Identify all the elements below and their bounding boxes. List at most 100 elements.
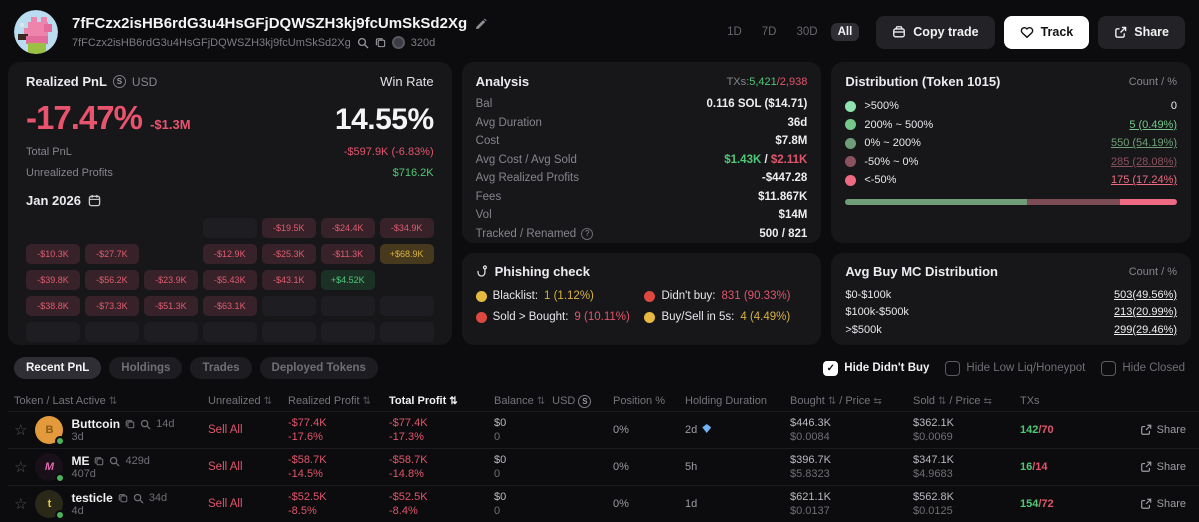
copy-trade-button[interactable]: Copy trade: [876, 16, 994, 49]
verified-badge-icon: [55, 436, 65, 446]
row-share-button[interactable]: Share: [1110, 424, 1198, 436]
col-balance[interactable]: Balance⇅ USD S: [494, 395, 613, 408]
tab-recent-pnl[interactable]: Recent PnL: [14, 357, 101, 379]
table-row: ☆ t testicle 34d 4d Sell All -$52.5K-8.5…: [8, 485, 1199, 522]
phishing-didnt-buy: Didn't buy: 831 (90.33%): [644, 290, 807, 302]
distribution-bar: [845, 199, 1177, 205]
last-active: 34d: [149, 492, 167, 504]
currency-toggle-icon[interactable]: S: [578, 395, 591, 408]
time-filter-7d[interactable]: 7D: [755, 23, 784, 41]
row-share-button[interactable]: Share: [1110, 461, 1198, 473]
track-button[interactable]: Track: [1004, 16, 1090, 49]
time-filter-30d[interactable]: 30D: [789, 23, 824, 41]
calendar-day-cell: -$23.9K: [144, 270, 198, 290]
position-pct: 0%: [613, 424, 685, 436]
token-avatar[interactable]: B: [35, 416, 63, 444]
token-name[interactable]: ME: [71, 454, 89, 468]
search-icon[interactable]: [357, 37, 369, 49]
col-token-last-active[interactable]: Token / Last Active⇅: [8, 395, 198, 407]
explorer-icon[interactable]: [392, 36, 405, 49]
search-icon[interactable]: [140, 419, 151, 430]
favorite-star-icon[interactable]: ☆: [14, 421, 27, 439]
col-total-profit[interactable]: Total Profit⇅: [389, 395, 494, 407]
price-toggle-icon[interactable]: ⇆: [873, 396, 881, 407]
col-txs[interactable]: TXs: [1020, 395, 1110, 407]
time-filter-1d[interactable]: 1D: [720, 23, 749, 41]
filter-hide-closed[interactable]: Hide Closed: [1101, 361, 1185, 376]
balance-qty: 0: [494, 431, 613, 443]
edit-icon[interactable]: [475, 18, 487, 30]
copy-icon[interactable]: [125, 419, 135, 429]
copy-address-icon[interactable]: [375, 37, 386, 48]
share-button[interactable]: Share: [1098, 16, 1185, 49]
verified-badge-icon: [55, 473, 65, 483]
copy-icon[interactable]: [118, 493, 128, 503]
sort-icon: ⇅: [537, 396, 545, 407]
search-icon[interactable]: [133, 493, 144, 504]
range-dot-icon: [845, 101, 856, 112]
favorite-star-icon[interactable]: ☆: [14, 495, 27, 513]
total-profit-pct: -8.4%: [389, 505, 494, 517]
filter-hide-didnt-buy[interactable]: ✓ Hide Didn't Buy: [823, 361, 929, 376]
tab-deployed-tokens[interactable]: Deployed Tokens: [260, 357, 378, 379]
price-toggle-icon[interactable]: ⇆: [984, 396, 992, 407]
calendar-day-cell: [26, 322, 80, 342]
calendar-day-cell: -$19.5K: [262, 218, 316, 238]
calendar-day-cell: -$34.9K: [380, 218, 434, 238]
table-header-row: Token / Last Active⇅ Unrealized⇅ Realize…: [8, 391, 1199, 411]
token-name[interactable]: Buttcoin: [71, 417, 120, 431]
distribution-row: >500% 0: [845, 97, 1177, 116]
filter-hide-low-liq[interactable]: Hide Low Liq/Honeypot: [945, 361, 1085, 376]
total-profit: -$52.5K: [389, 491, 494, 503]
token-avatar[interactable]: M: [35, 453, 63, 481]
favorite-star-icon[interactable]: ☆: [14, 458, 27, 476]
distribution-bar-win: [845, 199, 1026, 205]
copy-icon[interactable]: [94, 456, 104, 466]
sell-all-button[interactable]: Sell All: [198, 461, 288, 473]
realized-profit-pct: -8.5%: [288, 505, 389, 517]
analysis-row-avg-duration: Avg Duration36d: [476, 114, 808, 133]
row-share-button[interactable]: Share: [1110, 498, 1198, 510]
tab-holdings[interactable]: Holdings: [109, 357, 182, 379]
bought-price: $0.0137: [790, 505, 913, 517]
sold-price: $0.0069: [913, 431, 1020, 443]
calendar-day-cell: -$10.3K: [26, 244, 80, 264]
bought-usd: $396.7K: [790, 454, 913, 466]
tab-trades[interactable]: Trades: [190, 357, 251, 379]
sort-icon: ⇅: [828, 396, 836, 407]
share-icon: [1114, 26, 1127, 39]
col-unrealized[interactable]: Unrealized⇅: [198, 395, 288, 407]
analysis-row-avg-realized: Avg Realized Profits-$447.28: [476, 169, 808, 188]
col-bought[interactable]: Bought⇅ /Price⇆: [790, 395, 913, 407]
token-avatar[interactable]: t: [35, 490, 63, 518]
col-position[interactable]: Position %: [613, 395, 685, 407]
col-realized-profit[interactable]: Realized Profit⇅: [288, 395, 389, 407]
realized-profit: -$77.4K: [288, 417, 389, 429]
col-holding-duration[interactable]: Holding Duration: [685, 395, 790, 407]
warn-dot-icon: [644, 312, 655, 323]
calendar-day-cell: -$11.3K: [321, 244, 375, 264]
balance-qty: 0: [494, 505, 613, 517]
phishing-hook-icon: [476, 265, 489, 278]
sold-price: $4.9683: [913, 468, 1020, 480]
sort-icon: ⇅: [109, 396, 117, 407]
calendar-day-cell: -$56.2K: [85, 270, 139, 290]
verified-badge-icon: [55, 510, 65, 520]
unrealized-profits-label: Unrealized Profits: [26, 167, 113, 179]
currency-toggle-icon[interactable]: S: [113, 75, 126, 88]
token-name[interactable]: testicle: [71, 491, 112, 505]
calendar-icon[interactable]: [88, 194, 101, 207]
sell-all-button[interactable]: Sell All: [198, 498, 288, 510]
sold-price: $0.0125: [913, 505, 1020, 517]
distribution-bar-small-loss: [1027, 199, 1120, 205]
pnl-calendar-grid: -$19.5K -$24.4K -$34.9K -$10.3K -$27.7K …: [26, 218, 434, 342]
calendar-day-cell: -$43.1K: [262, 270, 316, 290]
sort-icon: ⇅: [449, 396, 457, 407]
calendar-day-cell: -$51.3K: [144, 296, 198, 316]
analysis-row-tracked: Tracked / Renamed? 500 / 821: [476, 225, 808, 244]
sell-all-button[interactable]: Sell All: [198, 424, 288, 436]
time-filter-all[interactable]: All: [831, 23, 860, 41]
search-icon[interactable]: [109, 456, 120, 467]
col-sold[interactable]: Sold⇅ /Price⇆: [913, 395, 1020, 407]
info-icon[interactable]: ?: [581, 228, 593, 240]
